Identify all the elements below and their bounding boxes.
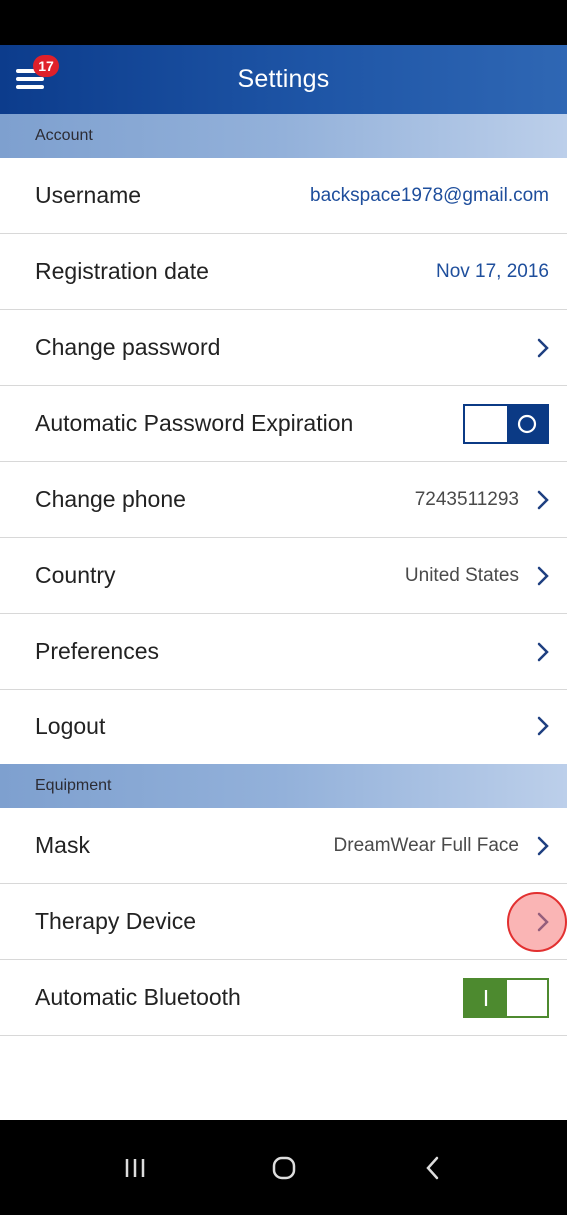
chevron-right-icon [519, 485, 549, 515]
preferences-row[interactable]: Preferences [0, 614, 567, 690]
change-phone-label: Change phone [35, 486, 186, 512]
toggle-track [465, 979, 507, 1016]
recents-icon[interactable] [110, 1143, 160, 1193]
chevron-right-icon [519, 637, 549, 667]
mask-row[interactable]: Mask DreamWear Full Face [0, 808, 567, 884]
section-header-equipment: Equipment [0, 764, 567, 808]
logout-row[interactable]: Logout [0, 688, 567, 764]
therapy-device-row[interactable]: Therapy Device [0, 884, 567, 960]
password-expiration-row: Automatic Password Expiration [0, 386, 567, 462]
bluetooth-label: Automatic Bluetooth [35, 984, 241, 1010]
registration-date-label: Registration date [35, 258, 209, 284]
chevron-right-icon [519, 333, 549, 363]
country-label: Country [35, 562, 116, 588]
hamburger-menu-icon[interactable]: 17 [16, 55, 59, 93]
change-password-label: Change password [35, 334, 221, 360]
toggle-knob [465, 405, 507, 442]
registration-date-row: Registration date Nov 17, 2016 [0, 234, 567, 310]
country-row[interactable]: Country United States [0, 538, 567, 614]
username-row: Username backspace1978@gmail.com [0, 158, 567, 234]
touch-indicator [507, 892, 567, 952]
section-header-account: Account [0, 114, 567, 158]
toggle-track [507, 405, 547, 442]
password-expiration-toggle[interactable] [463, 403, 549, 444]
change-phone-value: 7243511293 [414, 488, 519, 510]
chevron-right-icon [519, 561, 549, 591]
toggle-knob [507, 979, 547, 1016]
toggle-off-icon [517, 414, 537, 433]
country-value: United States [404, 564, 519, 586]
toggle-on-icon [484, 989, 488, 1006]
password-expiration-label: Automatic Password Expiration [35, 410, 354, 436]
username-label: Username [35, 182, 142, 208]
change-phone-row[interactable]: Change phone 7243511293 [0, 462, 567, 538]
change-password-row[interactable]: Change password [0, 310, 567, 386]
bluetooth-row: Automatic Bluetooth [0, 960, 567, 1036]
username-value: backspace1978@gmail.com [310, 184, 549, 206]
back-icon[interactable] [408, 1143, 458, 1193]
registration-date-value: Nov 17, 2016 [435, 260, 549, 282]
chevron-right-icon [519, 831, 549, 861]
page-title: Settings [237, 65, 330, 93]
logout-label: Logout [35, 712, 106, 739]
status-bar [0, 0, 567, 45]
bluetooth-toggle[interactable] [463, 977, 549, 1018]
therapy-device-label: Therapy Device [35, 908, 197, 934]
home-icon[interactable] [259, 1143, 309, 1193]
notification-badge: 17 [33, 55, 59, 77]
app-bar: 17 Settings [0, 45, 567, 114]
mask-label: Mask [35, 832, 90, 858]
preferences-label: Preferences [35, 638, 160, 664]
system-navigation-bar [0, 1120, 567, 1215]
chevron-right-icon [519, 711, 549, 741]
mask-value: DreamWear Full Face [333, 834, 519, 856]
